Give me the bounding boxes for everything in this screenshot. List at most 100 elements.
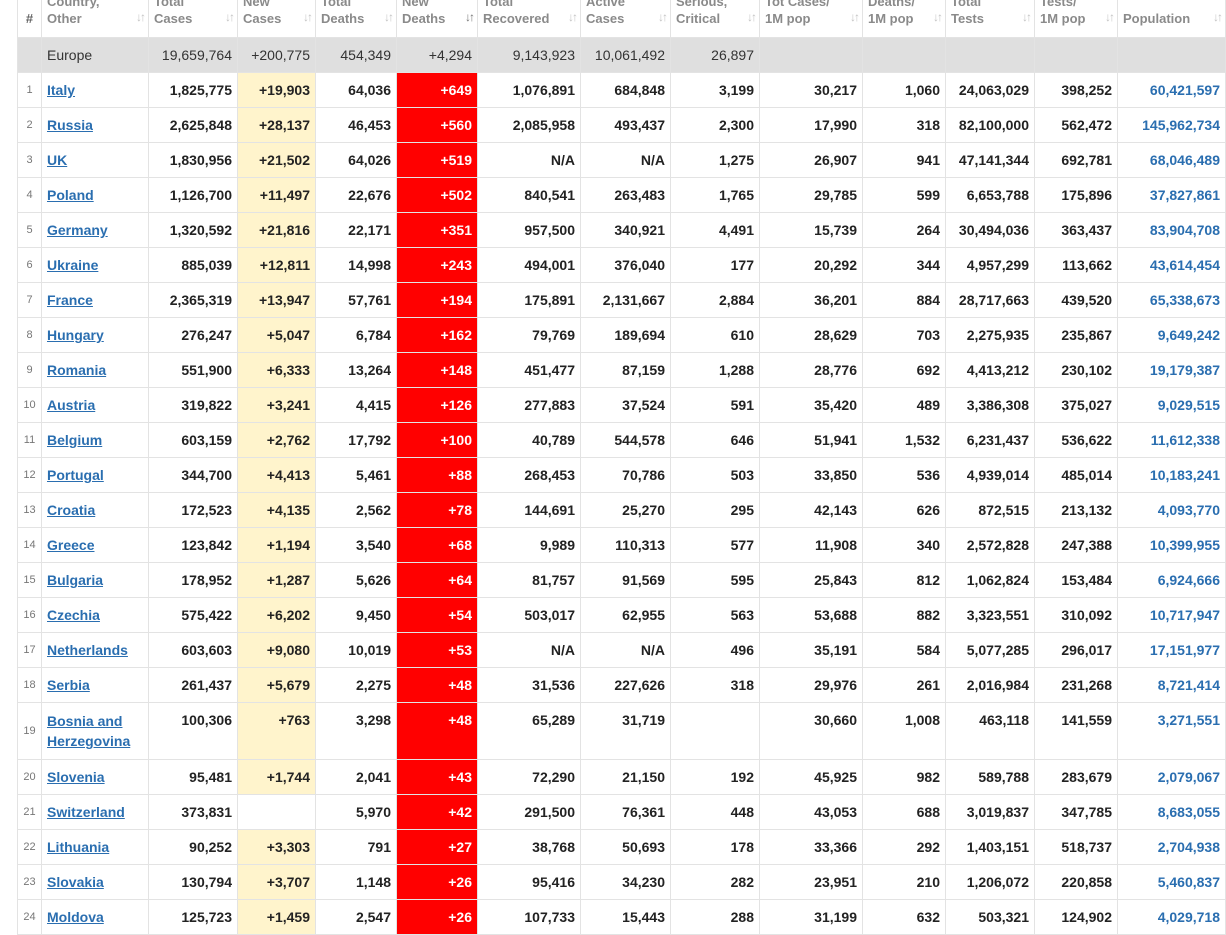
population-link[interactable]: 11,612,338 [1151, 432, 1220, 448]
total-cases-cell: 575,422 [148, 597, 238, 633]
total-tests-cell: 5,077,285 [945, 632, 1035, 668]
col-header-new-cases[interactable]: New Cases ↓↑ [237, 0, 316, 38]
country-link[interactable]: Switzerland [47, 804, 125, 820]
col-header-total-cases[interactable]: Total Cases ↓↑ [148, 0, 238, 38]
country-link[interactable]: Austria [47, 397, 95, 413]
country-link[interactable]: Greece [47, 537, 94, 553]
tests-per-million-cell: 213,132 [1034, 492, 1118, 528]
sort-descending-icon[interactable]: ↓↑ [465, 9, 475, 26]
sort-arrows-icon[interactable]: ↓↑ [1105, 9, 1115, 26]
deaths-per-million-cell: 536 [862, 457, 946, 493]
tests-per-million-cell: 247,388 [1034, 527, 1118, 563]
country-link[interactable]: Romania [47, 362, 106, 378]
country-link[interactable]: Slovakia [47, 874, 104, 890]
country-link[interactable]: Russia [47, 117, 93, 133]
col-header-country[interactable]: Country, Other ↓↑ [41, 0, 149, 38]
population-link[interactable]: 10,399,955 [1150, 537, 1220, 553]
col-header-total-tests[interactable]: Total Tests ↓↑ [945, 0, 1035, 38]
population-link[interactable]: 10,183,241 [1150, 467, 1220, 483]
country-link[interactable]: Belgium [47, 432, 102, 448]
sort-arrows-icon[interactable]: ↓↑ [658, 9, 668, 26]
sort-arrows-icon[interactable]: ↓↑ [568, 9, 578, 26]
serious-critical-cell: 178 [670, 829, 760, 865]
country-link[interactable]: Croatia [47, 502, 95, 518]
new-deaths-cell: +194 [396, 282, 478, 318]
population-link[interactable]: 9,029,515 [1158, 397, 1220, 413]
sort-arrows-icon[interactable]: ↓↑ [1213, 9, 1223, 26]
population-link[interactable]: 10,717,947 [1150, 607, 1220, 623]
population-link[interactable]: 145,962,734 [1142, 117, 1220, 133]
deaths-per-million-cell: 599 [862, 177, 946, 213]
population-link[interactable]: 68,046,489 [1150, 152, 1220, 168]
population-link[interactable]: 37,827,861 [1150, 187, 1220, 203]
col-header-new-deaths[interactable]: New Deaths ↓↑ [396, 0, 478, 38]
population-link[interactable]: 83,904,708 [1150, 222, 1220, 238]
country-link[interactable]: Bosnia and Herzegovina [47, 713, 130, 749]
sort-arrows-icon[interactable]: ↓↑ [303, 9, 313, 26]
population-link[interactable]: 5,460,837 [1158, 874, 1220, 890]
population-cell: 3,271,551 [1117, 702, 1226, 760]
population-link[interactable]: 6,924,666 [1158, 572, 1220, 588]
sort-arrows-icon[interactable]: ↓↑ [225, 9, 235, 26]
country-link[interactable]: Portugal [47, 467, 104, 483]
sort-arrows-icon[interactable]: ↓↑ [850, 9, 860, 26]
sort-arrows-icon[interactable]: ↓↑ [384, 9, 394, 26]
total-cases-cell: 885,039 [148, 247, 238, 283]
col-header-population[interactable]: Population ↓↑ [1117, 0, 1226, 38]
population-link[interactable]: 9,649,242 [1158, 327, 1220, 343]
total-recovered-cell: 957,500 [477, 212, 581, 248]
col-header-total-deaths[interactable]: Total Deaths ↓↑ [315, 0, 397, 38]
population-link[interactable]: 2,079,067 [1158, 769, 1220, 785]
population-link[interactable]: 60,421,597 [1150, 82, 1220, 98]
new-deaths-cell: +54 [396, 597, 478, 633]
col-header-index[interactable]: # [17, 0, 42, 38]
country-link[interactable]: Hungary [47, 327, 104, 343]
country-link[interactable]: Ukraine [47, 257, 98, 273]
sort-arrows-icon[interactable]: ↓↑ [136, 9, 146, 26]
country-link[interactable]: Lithuania [47, 839, 109, 855]
region-active-cases: 10,061,492 [580, 37, 671, 73]
country-link[interactable]: Germany [47, 222, 108, 238]
country-link[interactable]: Moldova [47, 909, 104, 925]
country-link[interactable]: Italy [47, 82, 75, 98]
country-link[interactable]: Slovenia [47, 769, 105, 785]
row-index-cell: 19 [17, 702, 42, 760]
sort-arrows-icon[interactable]: ↓↑ [1022, 9, 1032, 26]
total-deaths-cell: 9,450 [315, 597, 397, 633]
cases-per-million-cell: 35,420 [759, 387, 863, 423]
population-link[interactable]: 8,721,414 [1158, 677, 1220, 693]
population-link[interactable]: 3,271,551 [1158, 712, 1220, 728]
population-link[interactable]: 2,704,938 [1158, 839, 1220, 855]
country-link[interactable]: Netherlands [47, 642, 128, 658]
country-link[interactable]: Czechia [47, 607, 100, 623]
country-link[interactable]: UK [47, 152, 67, 168]
population-link[interactable]: 4,029,718 [1158, 909, 1220, 925]
row-index-cell: 10 [17, 387, 42, 423]
population-link[interactable]: 19,179,387 [1150, 362, 1220, 378]
population-link[interactable]: 4,093,770 [1158, 502, 1220, 518]
col-header-tests-per-million[interactable]: Tests/1M pop ↓↑ [1034, 0, 1118, 38]
country-link[interactable]: Poland [47, 187, 94, 203]
region-empty-cell [1117, 37, 1226, 73]
country-link[interactable]: Bulgaria [47, 572, 103, 588]
sort-arrows-icon[interactable]: ↓↑ [933, 9, 943, 26]
serious-critical-cell: 448 [670, 794, 760, 830]
population-link[interactable]: 43,614,454 [1150, 257, 1220, 273]
cases-per-million-cell: 30,217 [759, 72, 863, 108]
col-header-total-recovered[interactable]: Total Recovered ↓↑ [477, 0, 581, 38]
col-header-cases-per-million[interactable]: Tot Cases/1M pop ↓↑ [759, 0, 863, 38]
sort-arrows-icon[interactable]: ↓↑ [747, 9, 757, 26]
population-link[interactable]: 65,338,673 [1150, 292, 1220, 308]
col-header-deaths-per-million[interactable]: Deaths/1M pop ↓↑ [862, 0, 946, 38]
col-header-active-cases[interactable]: Active Cases ↓↑ [580, 0, 671, 38]
population-link[interactable]: 17,151,977 [1150, 642, 1220, 658]
deaths-per-million-cell: 344 [862, 247, 946, 283]
total-tests-cell: 463,118 [945, 702, 1035, 760]
new-deaths-cell: +48 [396, 667, 478, 703]
new-deaths-cell: +64 [396, 562, 478, 598]
population-link[interactable]: 8,683,055 [1158, 804, 1220, 820]
country-link[interactable]: Serbia [47, 677, 90, 693]
country-link[interactable]: France [47, 292, 93, 308]
active-cases-cell: 76,361 [580, 794, 671, 830]
col-header-serious-critical[interactable]: Serious, Critical ↓↑ [670, 0, 760, 38]
